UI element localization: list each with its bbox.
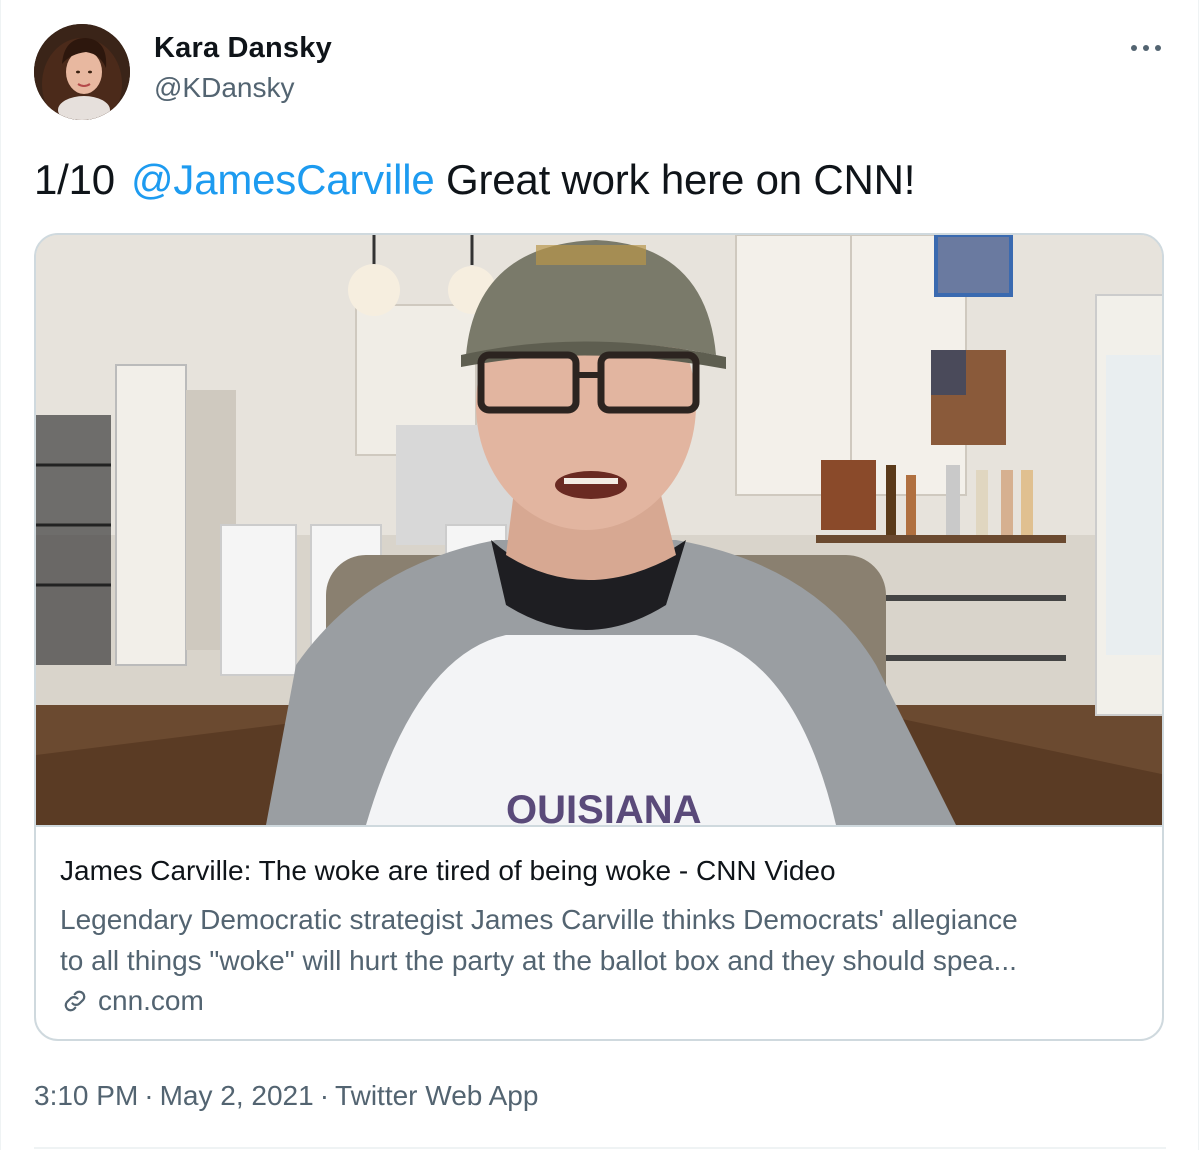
author-handle[interactable]: @KDansky — [154, 72, 294, 104]
tweet-prefix: 1/10 — [34, 156, 115, 203]
card-description-line2: to all things "woke" will hurt the party… — [60, 945, 1017, 976]
mention-link[interactable]: @JamesCarville — [131, 156, 435, 203]
card-domain: cnn.com — [60, 985, 204, 1017]
tweet-date[interactable]: May 2, 2021 — [160, 1080, 314, 1111]
card-title: James Carville: The woke are tired of be… — [60, 855, 836, 886]
svg-text:OUISIANA: OUISIANA — [506, 788, 702, 825]
card-image: OUISIANA — [36, 235, 1162, 825]
card-description: Legendary Democratic strategist James Ca… — [60, 899, 1140, 981]
tweet-text: 1/10 @JamesCarville Great work here on CN… — [34, 156, 915, 204]
page-border-left — [0, 0, 1, 1150]
meta-separator: · — [319, 1080, 330, 1111]
tweet-time[interactable]: 3:10 PM — [34, 1080, 138, 1111]
meta-separator: · — [144, 1080, 154, 1111]
tweet-body: Great work here on CNN! — [434, 156, 916, 203]
avatar[interactable] — [34, 24, 130, 120]
link-card[interactable]: OUISIANA James Carville: The woke are ti… — [34, 233, 1164, 1041]
tweet-source[interactable]: Twitter Web App — [335, 1080, 538, 1111]
more-options-icon[interactable] — [1126, 30, 1166, 66]
card-domain-label: cnn.com — [98, 985, 204, 1016]
card-description-line1: Legendary Democratic strategist James Ca… — [60, 904, 1018, 935]
card-divider — [36, 825, 1162, 827]
link-icon — [60, 986, 90, 1016]
bottom-divider — [34, 1147, 1166, 1149]
author-display-name[interactable]: Kara Dansky — [154, 32, 332, 65]
tweet-meta: 3:10 PM · May 2, 2021 · Twitter Web App — [34, 1080, 538, 1112]
page-border-right — [1198, 0, 1199, 1150]
